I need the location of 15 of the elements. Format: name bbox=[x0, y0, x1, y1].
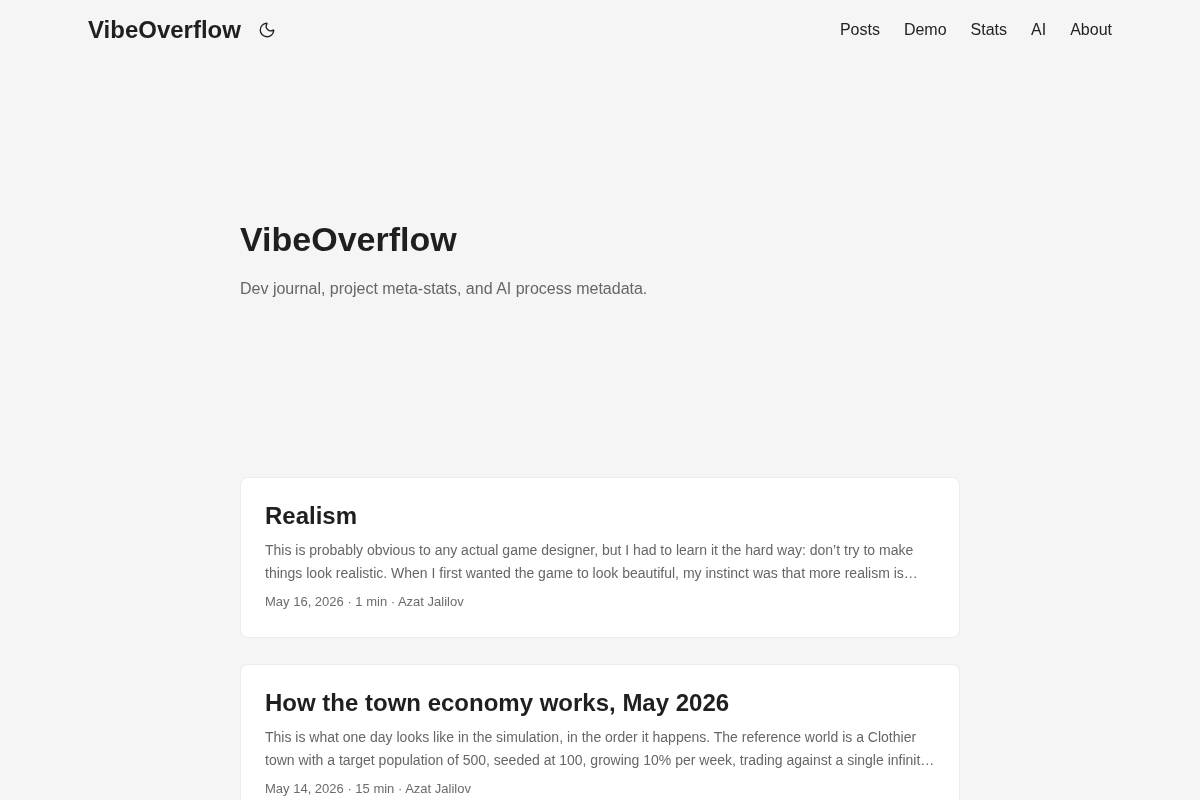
nav-link[interactable]: Stats bbox=[970, 19, 1008, 41]
hero-title: VibeOverflow bbox=[240, 219, 458, 259]
post-excerpt: This is what one day looks like in the simulation, in the order it happens. The reference world is a Clothier town with a target population of 500, seeded at 100, growing 10% per week, trading against a single infinit… bbox=[265, 728, 935, 770]
post-excerpt: This is probably obvious to any actual game designer, but I had to learn it the hard way: don’t try to make things look realistic. When I first wanted the game to look beautiful, my instinct was that more realism is… bbox=[265, 541, 919, 583]
post-meta: May 16, 2026 · 1 min · Azat Jalilov bbox=[265, 593, 465, 611]
nav-link[interactable]: Posts bbox=[839, 19, 880, 41]
nav-link[interactable]: About bbox=[1070, 19, 1112, 41]
moon-icon bbox=[257, 21, 276, 39]
post-meta: May 14, 2026 · 15 min · Azat Jalilov bbox=[265, 780, 472, 798]
hero-subtitle: Dev journal, project meta-stats, and AI process metadata. bbox=[240, 279, 649, 299]
nav-link[interactable]: AI bbox=[1031, 19, 1047, 41]
nav-link[interactable]: Demo bbox=[903, 19, 947, 41]
site-logo[interactable]: VibeOverflow bbox=[88, 15, 241, 45]
post-title[interactable]: Realism bbox=[265, 500, 935, 532]
post-title[interactable]: How the town economy works, May 2026 bbox=[265, 687, 935, 719]
